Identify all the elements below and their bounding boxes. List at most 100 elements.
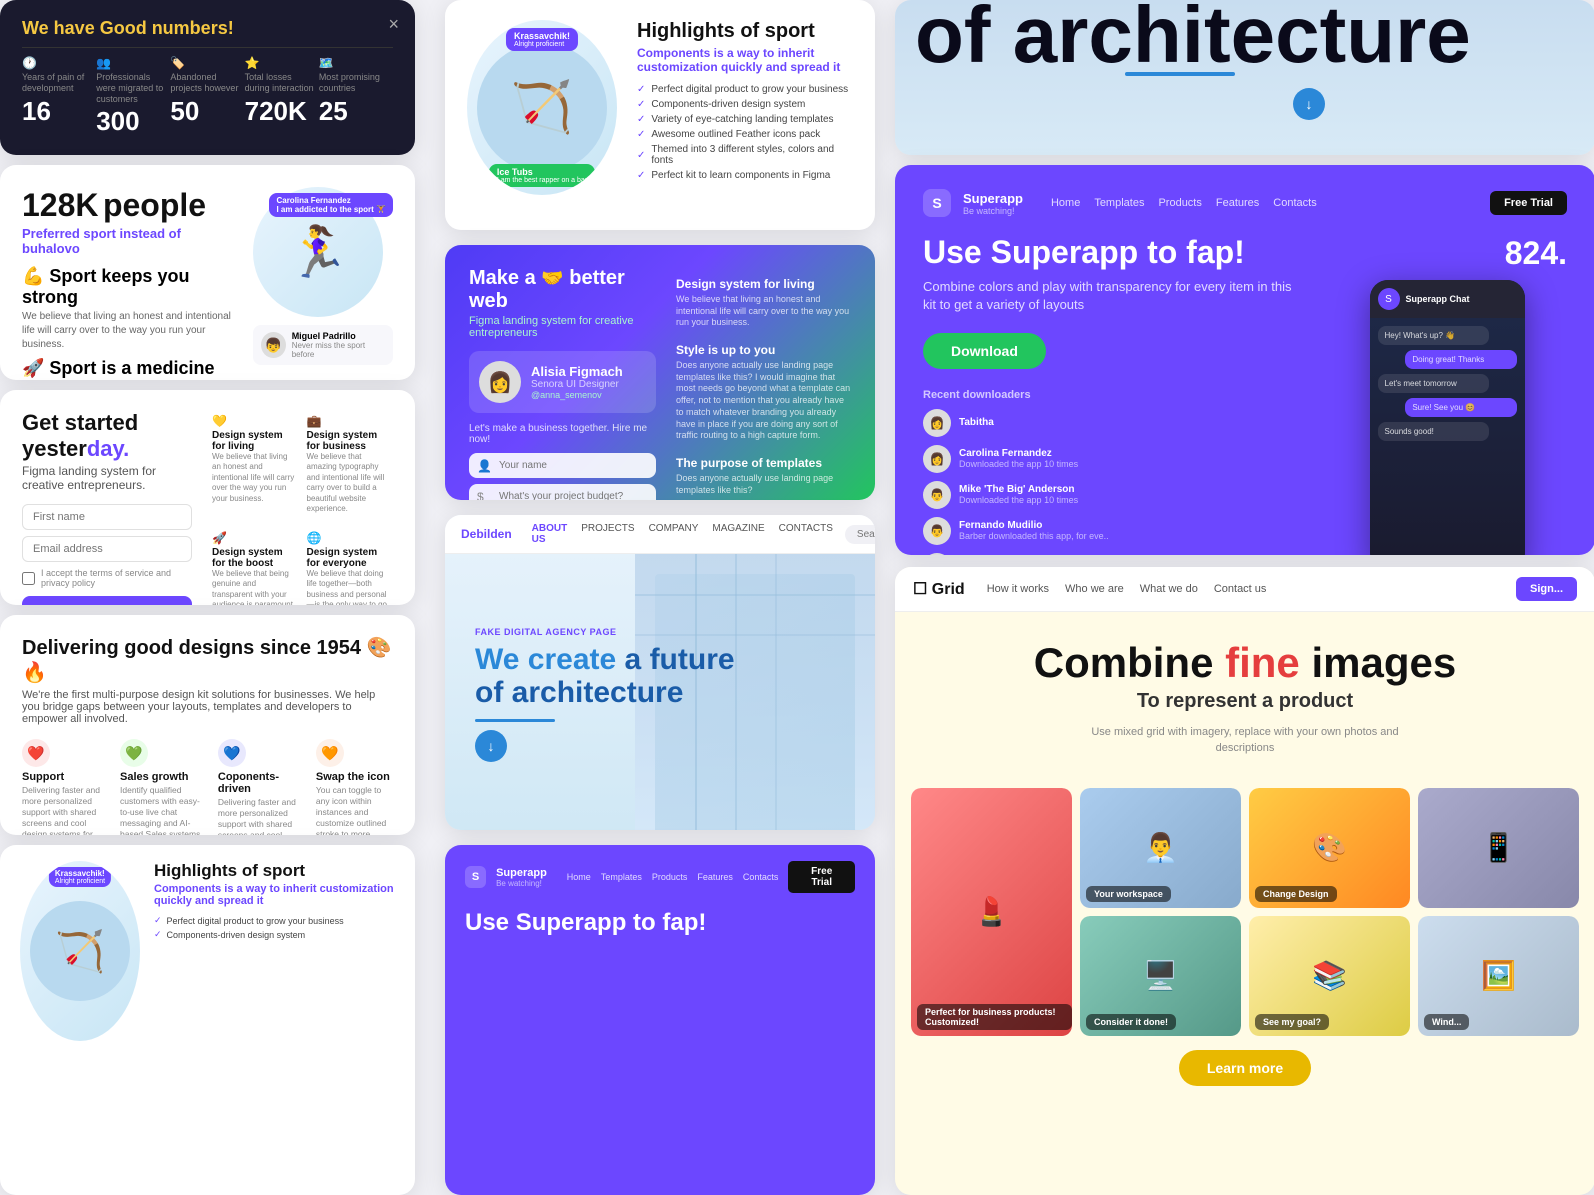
stat-countries-label: Most promising countries xyxy=(319,72,393,94)
budget-field-row: $ xyxy=(469,484,656,500)
grid-nav-contact[interactable]: Contact us xyxy=(1214,583,1267,595)
sb-nav-home[interactable]: Home xyxy=(567,872,591,882)
sport-image-bottom: 🏹 Krassavchik! Alright proficient xyxy=(20,861,140,1041)
superapp-navbar: S Superapp Be watching! Home Templates P… xyxy=(923,189,1567,217)
chat-msg-2: Doing great! Thanks xyxy=(1405,350,1516,369)
svc-sales: 💚 Sales growth Identify qualified custom… xyxy=(120,739,202,835)
highlights-content: Highlights of sport Components is a way … xyxy=(637,20,853,210)
svc-coponents: 💙 Coponents-driven Delivering faster and… xyxy=(218,739,300,835)
hire-label: Let's make a business together. Hire me … xyxy=(469,423,656,445)
sb-nav-products[interactable]: Products xyxy=(652,872,688,882)
get-started-button[interactable]: Get started yesterday → xyxy=(22,596,192,605)
downloader-3: 👨 Mike 'The Big' Anderson Downloaded the… xyxy=(923,481,1299,509)
superapp-logo-name: Superapp xyxy=(963,191,1023,206)
arch-circle-down[interactable]: ↓ xyxy=(1293,88,1325,120)
superapp-headline: Use Superapp to fap! xyxy=(923,235,1299,270)
grid-image-grid: 💄 Perfect for business products! Customi… xyxy=(895,788,1594,1036)
svc-sales-icon: 💚 xyxy=(120,739,148,767)
stat-losses: ⭐ Total losses during interaction 720K xyxy=(245,56,319,137)
name-input[interactable] xyxy=(469,453,656,478)
dl-avatar-3: 👨 xyxy=(923,481,951,509)
user2-desc: Never miss the sport before xyxy=(292,341,385,359)
sport-section1-title: 💪 Sport keeps you strong xyxy=(22,266,237,308)
superapp-trial-button[interactable]: Free Trial xyxy=(1490,191,1567,215)
check-1: ✓Perfect digital product to grow your bu… xyxy=(637,84,853,95)
sport-big-number: 128K xyxy=(22,187,99,223)
betterweb-card: Make a 🤝 better web Figma landing system… xyxy=(445,245,875,500)
grid-nav-who[interactable]: Who we are xyxy=(1065,583,1124,595)
superapp-right-col: 824. S Superapp Chat Hey! What's up? 👋 D… xyxy=(1327,235,1567,555)
check-2: ✓Components-driven design system xyxy=(637,99,853,110)
img-caption-window: Wind... xyxy=(1424,1014,1469,1030)
superapp-nav-products[interactable]: Products xyxy=(1158,197,1201,209)
nav-search-input[interactable] xyxy=(845,525,875,544)
design-sub: We're the first multi-purpose design kit… xyxy=(22,689,393,725)
rp-living: Design system for living We believe that… xyxy=(676,277,851,329)
grid-headline: Combine fine images xyxy=(923,640,1567,686)
superapp-logo-box: S xyxy=(923,189,951,217)
superapp-bottom-headline: Use Superapp to fap! xyxy=(465,909,855,937)
user2-name: Miguel Padrillo xyxy=(292,331,385,341)
name-field-row: 👤 xyxy=(469,453,656,478)
grid-sub-headline: To represent a product xyxy=(923,690,1567,713)
grid-learn-more-button[interactable]: Learn more xyxy=(1179,1050,1311,1086)
sb-nav-contacts[interactable]: Contacts xyxy=(743,872,779,882)
dl-avatar-2: 👩 xyxy=(923,445,951,473)
svc-coponents-icon: 💙 xyxy=(218,739,246,767)
highlights-bottom-card: 🏹 Krassavchik! Alright proficient Highli… xyxy=(0,845,415,1195)
superapp-nav-features[interactable]: Features xyxy=(1216,197,1259,209)
downloader-4: 👨 Fernando Mudilio Barber downloaded thi… xyxy=(923,517,1299,545)
budget-input[interactable] xyxy=(469,484,656,500)
superapp-bottom-links: Home Templates Products Features Contact… xyxy=(567,872,779,882)
highlights-bottom-sub: Components is a way to inherit customiza… xyxy=(154,883,395,907)
email-input[interactable] xyxy=(22,536,192,562)
grid-nav-button[interactable]: Sign... xyxy=(1516,577,1577,601)
user-badge-top: Krassavchik! Alright proficient xyxy=(506,28,578,51)
terms-checkbox[interactable] xyxy=(22,572,35,585)
arch-accent-line xyxy=(1125,72,1235,76)
grid-hero: Combine fine images To represent a produ… xyxy=(895,612,1594,788)
stat-years-value: 16 xyxy=(22,96,51,127)
betterweb-right: Design system for living We believe that… xyxy=(676,267,851,478)
superapp-nav-templates[interactable]: Templates xyxy=(1094,197,1144,209)
dl-avatar-1: 👩 xyxy=(923,409,951,437)
stat-years: 🕐 Years of pain of development 16 xyxy=(22,56,96,137)
svc-swap: 🧡 Swap the icon You can toggle to any ic… xyxy=(316,739,393,835)
grid-navbar: ☐ Grid How it works Who we are What we d… xyxy=(895,567,1594,612)
superapp-content: Use Superapp to fap! Combine colors and … xyxy=(923,235,1567,555)
sport-avatar: 🏹 xyxy=(477,43,607,173)
stat-pros-label: Professionals were migrated to customers xyxy=(96,72,170,104)
arch-small-label: FAKE DIGITAL AGENCY PAGE xyxy=(475,627,735,637)
close-icon[interactable]: × xyxy=(388,14,399,35)
sport-section1-text: We believe that living an honest and int… xyxy=(22,310,237,352)
sb-nav-features[interactable]: Features xyxy=(697,872,733,882)
arch-down-button[interactable]: ↓ xyxy=(475,730,507,762)
nav-magazine[interactable]: MAGAZINE xyxy=(712,523,764,545)
badge-top-bottom: Krassavchik! Alright proficient xyxy=(49,867,111,887)
nav-company[interactable]: COMPANY xyxy=(649,523,699,545)
sport-section2-title: 🚀 Sport is a medicine xyxy=(22,358,237,379)
highlights-title: Highlights of sport xyxy=(637,20,853,43)
superapp-bottom-logo: S xyxy=(465,866,486,888)
superapp-left-col: Use Superapp to fap! Combine colors and … xyxy=(923,235,1299,555)
stats-card: We have Good numbers! × 🕐 Years of pain … xyxy=(0,0,415,155)
superapp-download-button[interactable]: Download xyxy=(923,333,1046,369)
sb-nav-templates[interactable]: Templates xyxy=(601,872,642,882)
nav-contacts[interactable]: CONTACTS xyxy=(779,523,833,545)
terms-text: I accept the terms of service and privac… xyxy=(41,568,192,588)
stat-abandoned-label: Abandoned projects however xyxy=(170,72,244,94)
phone-name: Superapp Chat xyxy=(1406,294,1470,304)
stat-countries-value: 25 xyxy=(319,96,348,127)
chat-msg-1: Hey! What's up? 👋 xyxy=(1378,326,1489,345)
first-name-input[interactable] xyxy=(22,504,192,530)
grid-img-man: 👨‍💼 Your workspace xyxy=(1080,788,1241,908)
img-caption-done: Consider it done! xyxy=(1086,1014,1176,1030)
superapp-nav-home[interactable]: Home xyxy=(1051,197,1080,209)
nav-aboutus[interactable]: ABOUT US xyxy=(532,523,568,545)
grid-nav-what[interactable]: What we do xyxy=(1140,583,1198,595)
superapp-nav-contacts[interactable]: Contacts xyxy=(1273,197,1316,209)
nav-projects[interactable]: PROJECTS xyxy=(581,523,634,545)
superapp-bottom-trial-btn[interactable]: Free Trial xyxy=(788,861,855,893)
grid-nav-how[interactable]: How it works xyxy=(987,583,1049,595)
superapp-bottom-sub: Be watching! xyxy=(496,879,547,888)
